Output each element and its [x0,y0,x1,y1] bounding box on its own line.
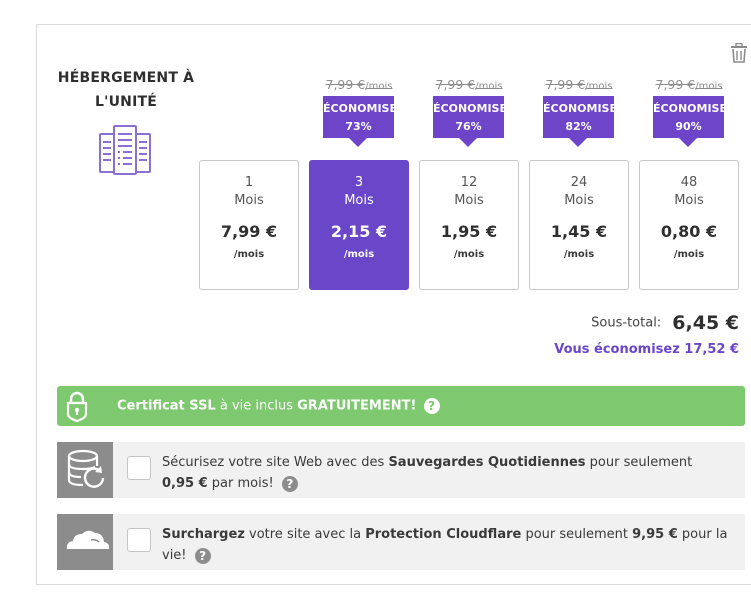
plan-price: 1,45 € [550,222,608,241]
ssl-banner: Certificat SSL à vie inclus GRATUITEMENT… [57,386,745,426]
old-price: 7,99 €/mois [325,77,393,92]
ribbon-label: ÉCONOMISEZ [433,102,504,115]
plan-duration: 12 [460,175,478,190]
plan-option-3-months[interactable]: 3 Mois 2,15 € /mois [309,160,409,290]
subtotal-label: Sous-total: [591,315,662,331]
plan-48-months: 7,99 €/mois ÉCONOMISEZ 90% 48 Mois 0,80 €… [639,76,739,291]
plan-option-12-months[interactable]: 12 Mois 1,95 € /mois [419,160,519,290]
plan-3-months: 7,99 €/mois ÉCONOMISEZ 73% 3 Mois 2,15 € … [309,76,409,291]
database-restore-icon [67,449,105,488]
plan-duration: 3 [354,175,364,190]
plan-duration-unit: Mois [674,193,704,208]
ribbon-percent: 90% [675,120,702,133]
help-icon[interactable]: ? [423,398,440,414]
ribbon-percent: 82% [565,120,592,133]
ribbon-label: ÉCONOMISEZ [323,102,394,115]
plan-duration: 24 [570,175,588,190]
plan-duration-unit: Mois [344,193,374,208]
backup-checkbox[interactable] [127,456,151,480]
savings-ribbon: ÉCONOMISEZ 82% [543,96,614,147]
ribbon-percent: 76% [455,120,482,133]
plan-duration: 1 [244,175,254,190]
plan-per-month: /mois [453,249,485,260]
help-icon[interactable]: ? [281,475,298,492]
addon-icon-box [57,442,113,498]
ribbon-percent: 73% [345,120,372,133]
savings-ribbon: ÉCONOMISEZ 90% [653,96,724,147]
subtotal-value: 6,45 € [672,312,739,334]
plan-duration-unit: Mois [454,193,484,208]
addon-icon-box [57,514,113,570]
old-price: 7,99 €/mois [545,77,613,92]
plan-per-month: /mois [343,249,375,260]
plan-price: 2,15 € [330,222,388,241]
backup-description: Sécurisez votre site Web avec des Sauveg… [162,455,693,492]
savings-ribbon: ÉCONOMISEZ 73% [323,96,394,147]
plan-1-month: 1 Mois 7,99 € /mois [199,76,299,291]
plan-per-month: /mois [233,249,265,260]
plan-price: 7,99 € [220,222,278,241]
cloudflare-description: Surchargez votre site avec la Protection… [162,527,728,564]
plan-per-month: /mois [673,249,705,260]
plan-option-24-months[interactable]: 24 Mois 1,45 € /mois [529,160,629,290]
server-stack-icon [99,125,151,175]
plan-option-1-month[interactable]: 1 Mois 7,99 € /mois [199,160,299,290]
ribbon-label: ÉCONOMISEZ [543,102,614,115]
addon-daily-backups: Sécurisez votre site Web avec des Sauveg… [57,442,745,498]
plan-duration: 48 [680,175,698,190]
old-price: 7,99 €/mois [655,77,723,92]
plan-price: 1,95 € [440,222,498,241]
subtotal: Sous-total: 6,45 € [591,312,739,334]
plan-per-month: /mois [563,249,595,260]
plan-duration-unit: Mois [564,193,594,208]
ribbon-label: ÉCONOMISEZ [653,102,724,115]
savings-text: Vous économisez 17,52 € [554,342,739,357]
cloudflare-checkbox[interactable] [127,528,151,552]
plan-price: 0,80 € [660,222,718,241]
help-icon[interactable]: ? [194,547,211,564]
ssl-text: Certificat SSL à vie inclus GRATUITEMENT… [117,398,440,414]
trash-icon[interactable] [730,43,748,63]
lock-icon [66,391,88,422]
product-title: HÉBERGEMENT À L'UNITÉ [57,70,195,110]
savings-ribbon: ÉCONOMISEZ 76% [433,96,504,147]
cloud-icon [66,530,110,549]
old-price: 7,99 €/mois [435,77,503,92]
plan-12-months: 7,99 €/mois ÉCONOMISEZ 76% 12 Mois 1,95 €… [419,76,519,291]
addon-cloudflare: Surchargez votre site avec la Protection… [57,514,745,570]
plan-24-months: 7,99 €/mois ÉCONOMISEZ 82% 24 Mois 1,45 €… [529,76,629,291]
plan-duration-unit: Mois [234,193,264,208]
plan-option-48-months[interactable]: 48 Mois 0,80 € /mois [639,160,739,290]
